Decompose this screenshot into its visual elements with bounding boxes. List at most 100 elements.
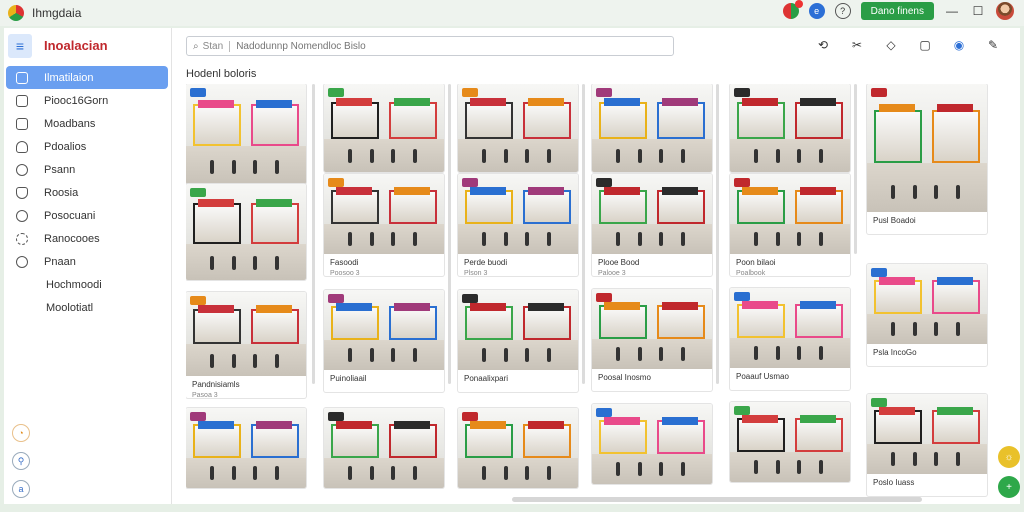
mall-storefront-image (730, 174, 850, 254)
category-tag-icon (871, 88, 887, 97)
gallery-card[interactable] (186, 184, 306, 280)
title-bar: Ihmgdaia e ? Dano finens — ☐ (0, 0, 1024, 26)
gallery-card[interactable]: Plooe Bood Palooe 3 (592, 174, 712, 276)
clock-icon[interactable]: ◔ (12, 424, 30, 442)
sidebar-item-8[interactable]: Pnaan (6, 250, 168, 273)
titlebar-actions: e ? Dano finens — ☐ (782, 0, 1014, 20)
gallery-card[interactable] (186, 84, 306, 184)
card-subtitle: Pasoa 3 (192, 392, 218, 398)
chat-icon[interactable]: ▢ (916, 36, 934, 54)
gallery-card[interactable]: Ponaalixpari (458, 290, 578, 392)
titlebar-action-button[interactable]: Dano finens (860, 2, 934, 20)
column-scrollbar[interactable] (312, 84, 315, 384)
card-subtitle: Poosoo 3 (330, 270, 360, 276)
calendar-icon (16, 117, 28, 130)
category-tag-icon (462, 88, 478, 97)
gallery-card[interactable] (730, 84, 850, 172)
account-icon[interactable]: a (12, 480, 30, 498)
share-icon[interactable]: ⚲ (12, 452, 30, 470)
gallery-card[interactable] (730, 402, 850, 482)
mall-storefront-image (458, 174, 578, 254)
tag-icon (16, 140, 28, 153)
search-input[interactable] (236, 40, 673, 52)
card-title: Psla IncoGo (873, 348, 917, 357)
card-title: Perde buodi (464, 258, 508, 267)
gallery-card[interactable] (324, 408, 444, 488)
gallery-card[interactable]: Perde buodi Plson 3 (458, 174, 578, 276)
sidebar-item-7[interactable]: Ranocooes (6, 227, 168, 250)
app-logo-icon (8, 5, 24, 21)
card-caption: Pusl Boadoi (867, 212, 987, 234)
gallery-card[interactable] (592, 84, 712, 172)
add-icon[interactable]: + (998, 476, 1020, 498)
hamburger-menu-icon[interactable]: ≡ (8, 34, 32, 58)
search-icon: ⌕ (193, 40, 199, 52)
edit-icon[interactable]: ✎ (984, 36, 1002, 54)
gallery-card[interactable]: Fasoodi Poosoo 3 (324, 174, 444, 276)
category-tag-icon (596, 88, 612, 97)
gallery-card[interactable] (324, 84, 444, 172)
sidebar-item-5[interactable]: Roosia (6, 181, 168, 204)
gallery-card[interactable] (186, 408, 306, 488)
sidebar-item-4[interactable]: Psann (6, 158, 168, 181)
gallery-card[interactable]: Psla IncoGo (867, 264, 987, 366)
category-tag-icon (190, 88, 206, 97)
gallery-card[interactable] (592, 404, 712, 484)
gallery-card[interactable]: Pandnisiamls Pasoa 3 (186, 292, 306, 398)
column-scrollbar[interactable] (582, 84, 585, 384)
sidebar-item-1[interactable]: Piooc16Gorn (6, 89, 168, 112)
sidebar-item-2[interactable]: Moadbans (6, 112, 168, 135)
gallery-card[interactable]: Poaauf Usmao (730, 288, 850, 390)
card-caption: Poosal Inosmo (592, 369, 712, 391)
user-icon (16, 163, 28, 176)
horizontal-scrollbar[interactable] (512, 497, 922, 502)
category-tag-icon (596, 293, 612, 302)
sidebar-item-10[interactable]: Moolotiatl (6, 296, 168, 319)
window-title: Ihmgdaia (32, 6, 82, 20)
card-title: Puinoliaail (330, 374, 367, 383)
card-title: Plooe Bood (598, 258, 640, 267)
people-icon (16, 209, 28, 222)
document-icon (16, 94, 28, 107)
mall-storefront-image (458, 408, 578, 488)
avatar[interactable] (996, 2, 1014, 20)
card-caption: Poaauf Usmao (730, 368, 850, 390)
card-subtitle: Poalbook (736, 270, 766, 276)
notification-icon[interactable] (782, 0, 803, 19)
mall-storefront-image (324, 174, 444, 254)
tools-icon[interactable]: ✂ (848, 36, 866, 54)
home-icon (16, 71, 28, 84)
main-content: ⌕ Stan ⟲ ✂ ◇ ▢ ◉ ✎ Hodenl boloris Pandni… (172, 28, 1020, 504)
category-tag-icon (596, 408, 612, 417)
category-tag-icon (734, 292, 750, 301)
mall-storefront-image (324, 408, 444, 488)
search-bar[interactable]: ⌕ Stan (186, 36, 674, 56)
sync-icon[interactable]: ◉ (950, 36, 968, 54)
sidebar-item-6[interactable]: Posocuani (6, 204, 168, 227)
info-icon[interactable]: e (808, 3, 825, 19)
main-toolbar: ⟲ ✂ ◇ ▢ ◉ ✎ (814, 36, 1002, 54)
gallery-card[interactable]: Poosal Inosmo (592, 289, 712, 391)
category-tag-icon (328, 294, 344, 303)
gallery-card[interactable]: Poslo Iuass (867, 394, 987, 496)
mall-storefront-image (730, 84, 850, 172)
gallery-card[interactable]: Poon bilaoi Poalbook (730, 174, 850, 276)
lightbulb-icon[interactable]: ☼ (998, 446, 1020, 468)
gallery-card[interactable] (458, 408, 578, 488)
tag-outline-icon[interactable]: ◇ (882, 36, 900, 54)
column-scrollbar[interactable] (854, 84, 857, 254)
sidebar-item-9[interactable]: Hochmoodi (6, 273, 168, 296)
sidebar-item-0[interactable]: Ilmatilaion (6, 66, 168, 89)
card-caption: Psla IncoGo (867, 344, 987, 366)
maximize-icon[interactable]: ☐ (970, 4, 986, 18)
column-scrollbar[interactable] (448, 84, 451, 384)
minimize-icon[interactable]: — (944, 4, 960, 18)
image-gallery: Pandnisiamls Pasoa 3 Fasoodi Poosoo 3 Puinol… (186, 84, 1006, 504)
gallery-card[interactable]: Puinoliaail (324, 290, 444, 392)
gallery-card[interactable]: Pusl Boadoi (867, 84, 987, 234)
help-icon[interactable]: ? (834, 3, 851, 19)
gallery-card[interactable] (458, 84, 578, 172)
column-scrollbar[interactable] (716, 84, 719, 384)
history-icon[interactable]: ⟲ (814, 36, 832, 54)
sidebar-item-3[interactable]: Pdoalios (6, 135, 168, 158)
